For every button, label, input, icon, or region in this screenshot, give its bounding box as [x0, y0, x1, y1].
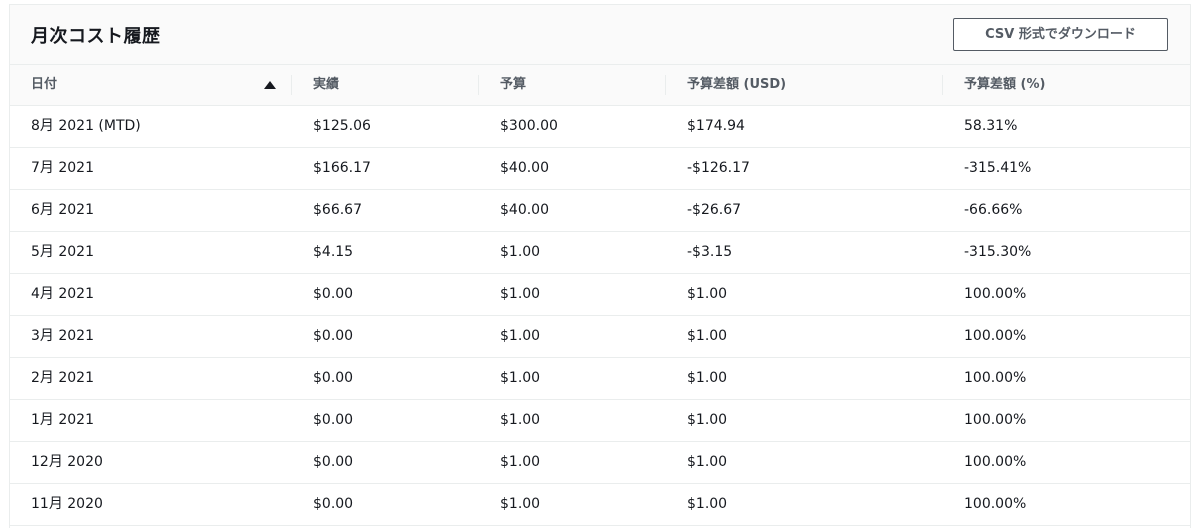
- cell-variance-usd: $1.00: [687, 286, 728, 302]
- cell-date: 8月 2021 (MTD): [31, 118, 141, 134]
- cell-actual: $4.15: [313, 244, 354, 260]
- sort-ascending-icon[interactable]: [264, 81, 276, 89]
- table-row: 4月 2021 $0.00 $1.00 $1.00 100.00%: [10, 274, 1190, 316]
- cell-variance-percent: 100.00%: [964, 412, 1027, 428]
- table-row: 11月 2020 $0.00 $1.00 $1.00 100.00%: [10, 484, 1190, 526]
- cell-date: 7月 2021: [31, 160, 94, 176]
- cell-variance-usd: $1.00: [687, 496, 728, 512]
- column-header-date[interactable]: 日付: [31, 65, 57, 105]
- cell-budget: $300.00: [500, 118, 558, 134]
- table-row: 12月 2020 $0.00 $1.00 $1.00 100.00%: [10, 442, 1190, 484]
- column-header-variance-percent[interactable]: 予算差額 (%): [964, 65, 1045, 105]
- cell-actual: $0.00: [313, 286, 354, 302]
- table-row: 7月 2021 $166.17 $40.00 -$126.17 -315.41%: [10, 148, 1190, 190]
- cell-budget: $1.00: [500, 454, 541, 470]
- cell-budget: $1.00: [500, 496, 541, 512]
- cell-variance-usd: -$3.15: [687, 244, 733, 260]
- cell-date: 1月 2021: [31, 412, 94, 428]
- monthly-cost-history-panel: 月次コスト履歴 CSV 形式でダウンロード 日付 実績 予算 予算差額 (USD…: [9, 4, 1191, 528]
- cell-actual: $166.17: [313, 160, 371, 176]
- cell-date: 11月 2020: [31, 496, 103, 512]
- cost-history-table: 日付 実績 予算 予算差額 (USD) 予算差額 (%) 8月 2021 (MT…: [10, 65, 1190, 526]
- cell-budget: $1.00: [500, 244, 541, 260]
- csv-download-button[interactable]: CSV 形式でダウンロード: [953, 18, 1168, 51]
- cell-actual: $0.00: [313, 328, 354, 344]
- cell-actual: $0.00: [313, 370, 354, 386]
- cell-variance-usd: $174.94: [687, 118, 745, 134]
- column-header-variance-usd[interactable]: 予算差額 (USD): [687, 65, 786, 105]
- table-row: 6月 2021 $66.67 $40.00 -$26.67 -66.66%: [10, 190, 1190, 232]
- table-header-row: 日付 実績 予算 予算差額 (USD) 予算差額 (%): [10, 65, 1190, 106]
- cell-budget: $1.00: [500, 286, 541, 302]
- cell-variance-usd: $1.00: [687, 412, 728, 428]
- table-row: 5月 2021 $4.15 $1.00 -$3.15 -315.30%: [10, 232, 1190, 274]
- cell-variance-percent: 100.00%: [964, 286, 1027, 302]
- cell-variance-usd: -$26.67: [687, 202, 742, 218]
- table-body: 8月 2021 (MTD) $125.06 $300.00 $174.94 58.31%…: [10, 106, 1190, 526]
- cell-actual: $66.67: [313, 202, 362, 218]
- column-divider: [291, 75, 292, 95]
- column-header-budget[interactable]: 予算: [500, 65, 526, 105]
- column-divider: [942, 75, 943, 95]
- cell-variance-usd: $1.00: [687, 328, 728, 344]
- table-row: 3月 2021 $0.00 $1.00 $1.00 100.00%: [10, 316, 1190, 358]
- cell-actual: $0.00: [313, 496, 354, 512]
- table-row: 2月 2021 $0.00 $1.00 $1.00 100.00%: [10, 358, 1190, 400]
- column-divider: [478, 75, 479, 95]
- cell-variance-usd: $1.00: [687, 370, 728, 386]
- panel-title: 月次コスト履歴: [31, 26, 161, 47]
- panel-header: 月次コスト履歴 CSV 形式でダウンロード: [10, 5, 1190, 65]
- cell-date: 4月 2021: [31, 286, 94, 302]
- cell-date: 5月 2021: [31, 244, 94, 260]
- cell-variance-percent: 100.00%: [964, 370, 1027, 386]
- cell-budget: $40.00: [500, 160, 549, 176]
- cell-variance-percent: 100.00%: [964, 496, 1027, 512]
- cell-variance-percent: -66.66%: [964, 202, 1023, 218]
- cell-date: 2月 2021: [31, 370, 94, 386]
- cell-variance-percent: 58.31%: [964, 118, 1018, 134]
- cell-date: 3月 2021: [31, 328, 94, 344]
- cell-variance-percent: 100.00%: [964, 328, 1027, 344]
- cell-variance-percent: -315.41%: [964, 160, 1032, 176]
- cell-budget: $40.00: [500, 202, 549, 218]
- cell-variance-percent: 100.00%: [964, 454, 1027, 470]
- table-row: 1月 2021 $0.00 $1.00 $1.00 100.00%: [10, 400, 1190, 442]
- table-row: 8月 2021 (MTD) $125.06 $300.00 $174.94 58.31%: [10, 106, 1190, 148]
- cell-date: 6月 2021: [31, 202, 94, 218]
- cell-variance-usd: $1.00: [687, 454, 728, 470]
- cell-budget: $1.00: [500, 412, 541, 428]
- cell-budget: $1.00: [500, 370, 541, 386]
- cell-variance-usd: -$126.17: [687, 160, 750, 176]
- cell-date: 12月 2020: [31, 454, 103, 470]
- column-divider: [665, 75, 666, 95]
- cell-actual: $0.00: [313, 454, 354, 470]
- cell-actual: $0.00: [313, 412, 354, 428]
- cell-actual: $125.06: [313, 118, 371, 134]
- cell-budget: $1.00: [500, 328, 541, 344]
- column-header-actual[interactable]: 実績: [313, 65, 339, 105]
- cell-variance-percent: -315.30%: [964, 244, 1032, 260]
